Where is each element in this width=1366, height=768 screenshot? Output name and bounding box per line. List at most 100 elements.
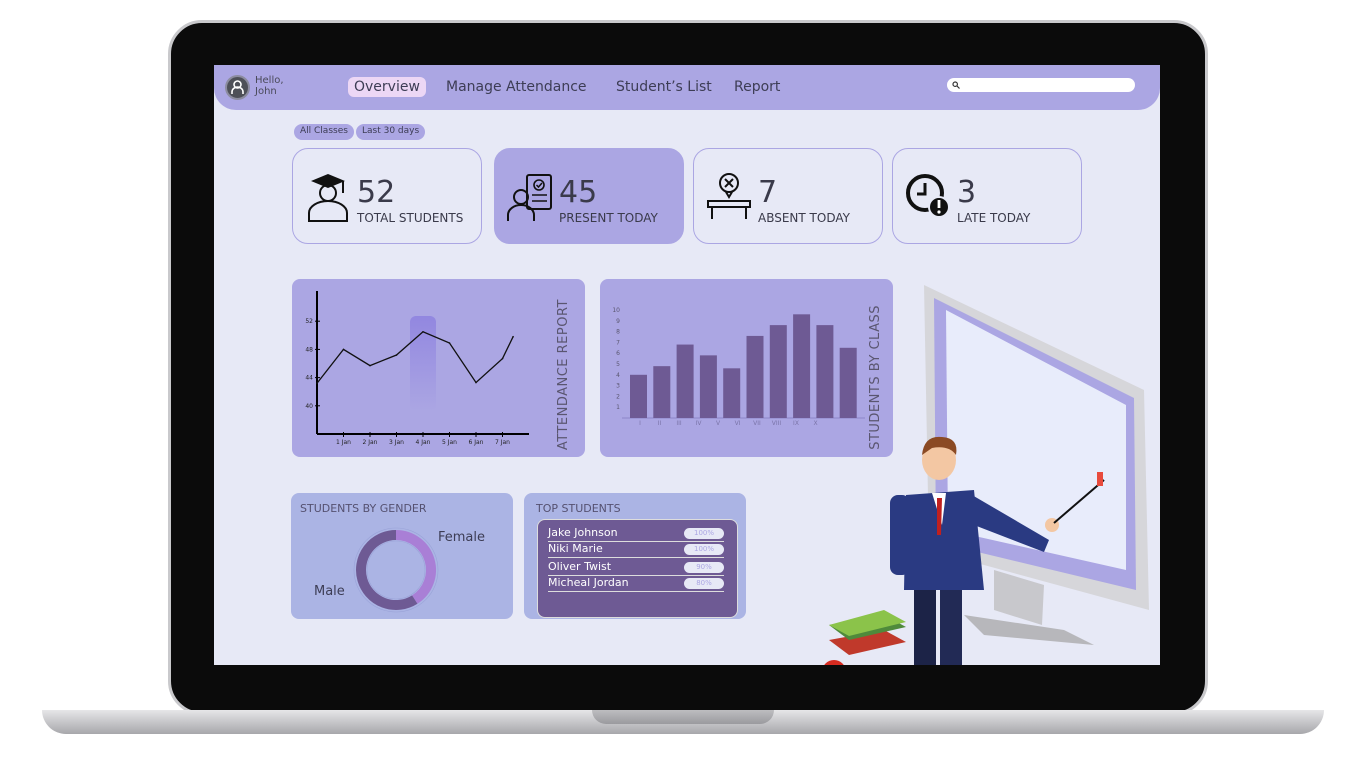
student-row[interactable]: Jake Johnson 100% [548, 526, 724, 542]
data-point [448, 342, 451, 344]
student-row[interactable]: Micheal Jordan 80% [548, 576, 724, 592]
x-tick-label: IX [793, 420, 799, 427]
bar [676, 344, 694, 418]
x-tick-label: V [716, 420, 721, 427]
data-point [369, 364, 371, 367]
y-tick-label: 6 [616, 350, 620, 357]
stat-value: 45 [559, 175, 598, 210]
student-name: Micheal Jordan [548, 575, 629, 589]
data-point [342, 348, 345, 351]
stat-label: ABSENT TODAY [758, 211, 850, 225]
x-tick-label: 6 Jan [469, 439, 484, 446]
tab-students-list[interactable]: Student’s List [610, 77, 718, 97]
search-icon [952, 81, 960, 89]
student-row[interactable]: Niki Marie 100% [548, 542, 724, 558]
bar [769, 325, 787, 418]
bar [630, 374, 647, 418]
user-icon [231, 80, 244, 94]
student-score: 100% [684, 528, 724, 539]
checklist-icon [507, 174, 552, 221]
y-tick-label: 48 [305, 346, 313, 353]
y-tick-label: 9 [616, 318, 620, 325]
search-input[interactable] [947, 78, 1135, 92]
books-illustration [824, 610, 906, 665]
x-tick-label: VI [735, 420, 741, 427]
top-nav: Hello, John Overview Manage Attendance S… [214, 65, 1160, 110]
y-tick-label: 2 [616, 393, 620, 400]
inner-ring [366, 540, 426, 600]
donut-slice-female [395, 530, 436, 604]
student-name: Niki Marie [548, 541, 603, 555]
y-tick-label: 5 [616, 361, 620, 368]
x-tick-label: 4 Jan [416, 439, 431, 446]
bar [653, 366, 671, 418]
panel-title: TOP STUDENTS [536, 502, 621, 515]
tab-report[interactable]: Report [728, 77, 786, 97]
outer-ring [353, 527, 439, 613]
donut-slice-male [356, 530, 418, 610]
y-tick-label: 44 [305, 375, 313, 382]
legend-female: Female [438, 530, 486, 545]
stat-label: LATE TODAY [957, 211, 1031, 225]
filter-all-classes[interactable]: All Classes [294, 124, 354, 140]
stat-card-total: 52 TOTAL STUDENTS [292, 148, 482, 244]
x-tick-label: 2 Jan [363, 439, 378, 446]
y-tick-label: 10 [612, 307, 620, 314]
data-point [501, 357, 504, 360]
student-row[interactable]: Oliver Twist 90% [548, 560, 724, 576]
stat-value: 52 [357, 175, 396, 210]
student-score: 80% [684, 577, 724, 589]
user-name: John [255, 86, 277, 97]
stat-card-present: 45 PRESENT TODAY [494, 148, 684, 244]
y-tick-label: 4 [616, 372, 620, 379]
gender-donut-chart [353, 527, 439, 613]
data-point [422, 330, 424, 333]
highlight-band [410, 316, 436, 411]
y-tick-label: 3 [616, 383, 620, 390]
legend-male: Male [314, 584, 345, 599]
laptop-notch [592, 710, 774, 724]
y-tick-label: 8 [616, 329, 620, 336]
chart-title: ATTENDANCE REPORT [556, 299, 571, 451]
stat-card-absent: 7 ABSENT TODAY [693, 148, 883, 244]
x-tick-label: VII [753, 420, 761, 427]
x-tick-label: I [639, 420, 641, 427]
x-tick-label: 5 Jan [442, 439, 457, 446]
x-tick-label: 7 Jan [495, 439, 510, 446]
y-tick-label: 1 [616, 404, 620, 411]
absent-desk-icon [707, 173, 751, 219]
data-point [512, 335, 514, 338]
top-students-panel: TOP STUDENTS Jake Johnson 100% Niki Marie 1… [524, 493, 746, 619]
y-tick-label: 40 [305, 403, 313, 410]
tab-overview[interactable]: Overview [348, 77, 426, 97]
x-tick-label: 1 Jan [336, 439, 351, 446]
bar [699, 355, 717, 418]
data-point [475, 381, 477, 384]
tab-manage-attendance[interactable]: Manage Attendance [440, 77, 593, 97]
stat-label: PRESENT TODAY [559, 211, 658, 225]
student-score: 100% [684, 543, 724, 555]
x-tick-label: II [658, 420, 662, 427]
filter-date-range[interactable]: Last 30 days [356, 124, 426, 140]
stat-value: 3 [957, 175, 977, 210]
top-students-list: Jake Johnson 100% Niki Marie 100% Oliver Twi… [537, 519, 738, 618]
panel-title: STUDENTS BY GENDER [300, 502, 427, 515]
graduate-icon [308, 174, 348, 222]
x-tick-label: VIII [772, 420, 782, 427]
data-point [395, 354, 398, 356]
gender-panel: STUDENTS BY GENDER Female Male [291, 493, 513, 619]
clock-alert-icon [906, 174, 950, 218]
y-tick-label: 7 [616, 339, 620, 346]
avatar[interactable] [225, 75, 250, 100]
student-name: Jake Johnson [548, 526, 618, 539]
stat-value: 7 [758, 175, 778, 210]
bar [723, 368, 741, 418]
x-tick-label: 3 Jan [389, 439, 404, 446]
dashboard-screen: Hello, John Overview Manage Attendance S… [214, 65, 1160, 665]
bar [746, 335, 764, 418]
attendance-report-panel: 40 44 48 52 1 Jan 2 Jan 3 Jan 4 Jan 5 Jan 6 Jan 7 … [292, 279, 585, 457]
student-score: 90% [684, 562, 724, 573]
teacher-illustration [824, 285, 1149, 665]
stat-card-late: 3 LATE TODAY [892, 148, 1082, 244]
x-tick-label: IV [696, 420, 703, 427]
